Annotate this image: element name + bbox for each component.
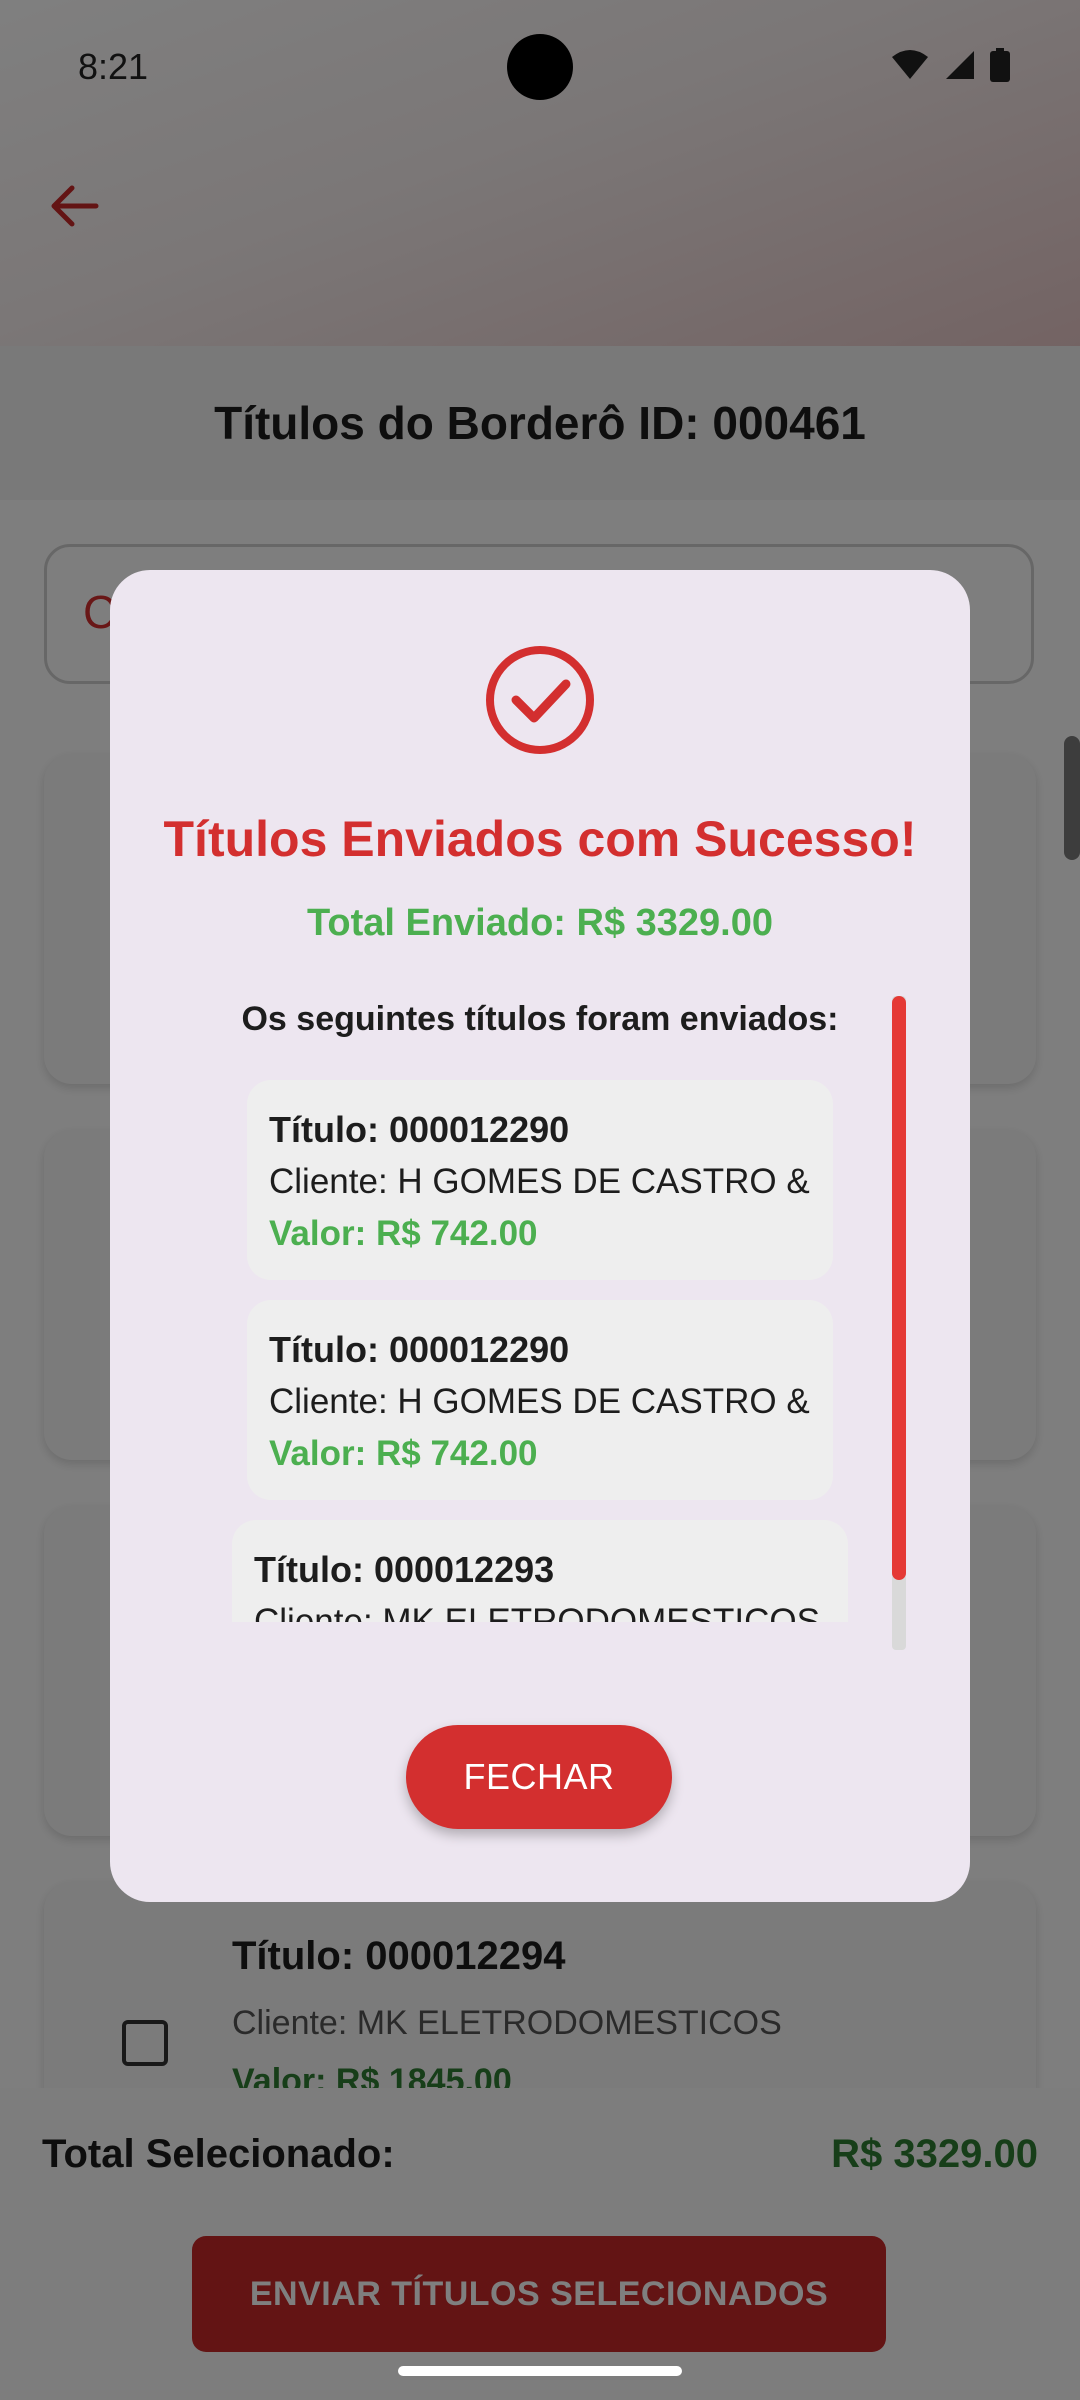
- sent-cliente: Cliente: H GOMES DE CASTRO &: [269, 1382, 810, 1421]
- close-button[interactable]: FECHAR: [406, 1725, 672, 1829]
- sent-titulo: Título: 000012293: [254, 1549, 555, 1590]
- sent-valor: Valor: R$ 742.00: [269, 1214, 538, 1253]
- sent-title-card: Título: 000012290 Cliente: H GOMES DE CA…: [247, 1080, 833, 1280]
- sent-titulo: Título: 000012290: [269, 1109, 570, 1150]
- dialog-total: Total Enviado: R$ 3329.00: [306, 902, 774, 944]
- sent-title-card: Título: 000012290 Cliente: H GOMES DE CA…: [247, 1300, 833, 1500]
- dialog-title: Títulos Enviados com Sucesso!: [163, 811, 917, 867]
- sent-cliente: Cliente: MK ELETRODOMESTICOS: [254, 1602, 820, 1622]
- dialog-list: Os seguintes títulos foram enviados: Tít…: [110, 970, 970, 1622]
- sent-title-card: Título: 000012293 Cliente: MK ELETRODOME…: [232, 1520, 848, 1622]
- success-dialog: Títulos Enviados com Sucesso! Total Envi…: [110, 570, 970, 1902]
- sent-cliente: Cliente: H GOMES DE CASTRO &: [269, 1162, 810, 1201]
- check-circle-icon: [486, 646, 594, 754]
- gesture-nav-handle[interactable]: [398, 2366, 682, 2376]
- sent-titulo: Título: 000012290: [269, 1329, 570, 1370]
- sent-valor: Valor: R$ 742.00: [269, 1434, 538, 1473]
- dialog-intro: Os seguintes títulos foram enviados:: [241, 1000, 839, 1038]
